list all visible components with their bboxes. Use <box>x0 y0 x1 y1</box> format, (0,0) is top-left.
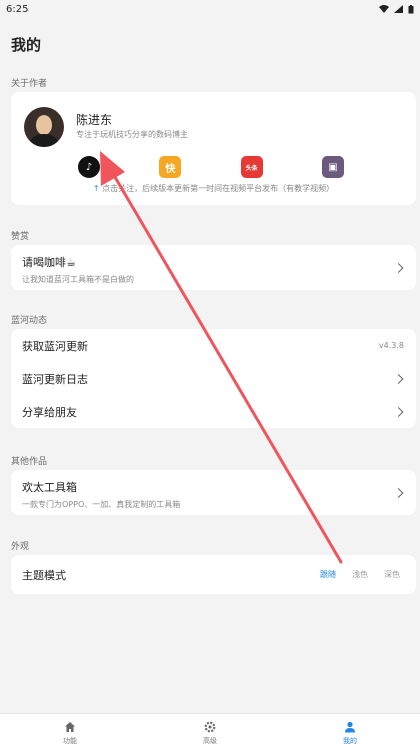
huantai-title: 欢太工具箱 <box>22 481 77 494</box>
person-icon <box>344 720 357 733</box>
author-card: 陈进东 专注于玩机技巧分享的数码博主 ♪ 快 头条 ▣ ↑ 点击关注，后续版本更… <box>11 92 416 205</box>
follow-tip: ↑ 点击关注，后续版本更新第一时间在视频平台发布（有教学视频） <box>11 183 416 194</box>
nav-label-functions: 功能 <box>63 737 77 745</box>
kuaishou-icon[interactable]: 快 <box>159 156 182 178</box>
nav-item-functions[interactable]: 功能 <box>0 714 140 752</box>
coffee-subtitle: 让我知道蓝河工具箱不是白做的 <box>22 275 134 284</box>
section-label-about: 关于作者 <box>11 79 48 89</box>
douyin-icon[interactable]: ♪ <box>78 156 100 178</box>
theme-option-dark[interactable]: 深色 <box>384 569 400 580</box>
status-time: 6:25 <box>6 3 29 15</box>
coffee-row[interactable]: 请喝咖啡☕ 让我知道蓝河工具箱不是白做的 <box>11 245 416 290</box>
chevron-right-icon <box>393 373 404 384</box>
nav-item-advanced[interactable]: 高级 <box>140 714 280 752</box>
platform-links: ♪ 快 头条 ▣ <box>78 156 344 178</box>
share-label: 分享给朋友 <box>22 405 77 419</box>
nav-label-advanced: 高级 <box>203 737 217 745</box>
appearance-card: 主题模式 跟随 浅色 深色 <box>11 555 416 594</box>
author-name: 陈进东 <box>76 113 113 127</box>
section-label-other: 其他作品 <box>11 457 48 467</box>
home-icon <box>64 720 77 733</box>
gear-icon <box>204 720 217 733</box>
theme-option-follow[interactable]: 跟随 <box>320 569 336 580</box>
coffee-title: 请喝咖啡☕ <box>22 256 76 269</box>
changelog-label: 蓝河更新日志 <box>22 372 88 386</box>
wifi-icon <box>379 5 389 13</box>
nav-label-mine: 我的 <box>343 737 357 745</box>
version-value: v4.3.8 <box>378 341 404 350</box>
updates-card: 获取蓝河更新 v4.3.8 蓝河更新日志 分享给朋友 <box>11 329 416 428</box>
status-bar: 6:25 <box>0 0 420 18</box>
bottom-nav: 功能 高级 我的 <box>0 713 420 752</box>
other-card: 欢太工具箱 一款专门为OPPO、一加、真我定制的工具箱 <box>11 470 416 515</box>
signal-icon <box>394 5 403 13</box>
page-title: 我的 <box>11 36 42 54</box>
author-desc: 专注于玩机技巧分享的数码博主 <box>76 130 188 139</box>
section-label-reward: 赞赏 <box>11 232 30 242</box>
get-update-label: 获取蓝河更新 <box>22 339 88 353</box>
theme-row: 主题模式 跟随 浅色 深色 <box>11 555 416 594</box>
changelog-row[interactable]: 蓝河更新日志 <box>11 362 416 395</box>
avatar[interactable] <box>24 107 64 147</box>
huantai-row[interactable]: 欢太工具箱 一款专门为OPPO、一加、真我定制的工具箱 <box>11 470 416 515</box>
reward-card: 请喝咖啡☕ 让我知道蓝河工具箱不是白做的 <box>11 245 416 290</box>
follow-tip-text: 点击关注，后续版本更新第一时间在视频平台发布（有教学视频） <box>102 184 335 193</box>
nav-item-mine[interactable]: 我的 <box>280 714 420 752</box>
bilibili-icon[interactable]: ▣ <box>321 156 344 178</box>
up-arrow-icon: ↑ <box>92 184 100 193</box>
toutiao-icon[interactable]: 头条 <box>240 156 263 178</box>
theme-option-light[interactable]: 浅色 <box>352 569 368 580</box>
theme-options: 跟随 浅色 深色 <box>320 569 400 580</box>
share-row[interactable]: 分享给朋友 <box>11 395 416 428</box>
battery-icon <box>408 4 414 13</box>
theme-label: 主题模式 <box>22 568 66 582</box>
huantai-subtitle: 一款专门为OPPO、一加、真我定制的工具箱 <box>22 500 181 509</box>
section-label-appearance: 外观 <box>11 542 30 552</box>
get-update-row[interactable]: 获取蓝河更新 v4.3.8 <box>11 329 416 362</box>
status-icons <box>379 4 414 14</box>
chevron-right-icon <box>393 406 404 417</box>
section-label-updates: 蓝河动态 <box>11 316 48 326</box>
